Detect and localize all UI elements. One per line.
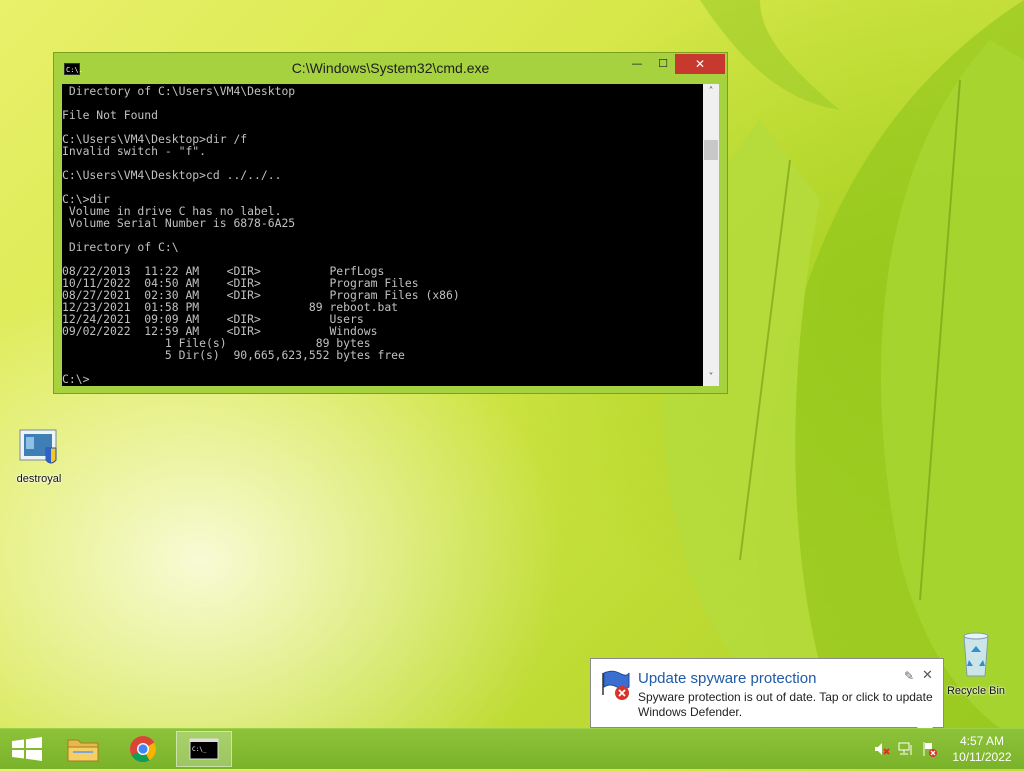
volume-muted-icon[interactable]: [874, 741, 890, 757]
console-output[interactable]: Directory of C:\Users\VM4\Desktop File N…: [62, 84, 703, 386]
scroll-up-icon[interactable]: ˄: [703, 84, 719, 100]
desktop-icon-destroyal[interactable]: destroyal: [12, 428, 66, 485]
pin-icon[interactable]: ✎: [904, 669, 914, 683]
clock-time: 4:57 AM: [959, 734, 1005, 748]
defender-notification[interactable]: Update spyware protection Spyware protec…: [590, 658, 944, 737]
defender-flag-icon: [602, 670, 630, 700]
terminal-icon: C:\_: [189, 738, 219, 760]
window-titlebar[interactable]: C:\. C:\Windows\System32\cmd.exe — ☐ ✕: [54, 53, 727, 84]
console-text: Directory of C:\Users\VM4\Desktop File N…: [62, 84, 460, 386]
clock-date: 10/11/2022: [952, 750, 1012, 764]
recycle-bin-icon: [963, 632, 989, 677]
close-icon[interactable]: ✕: [922, 667, 933, 683]
taskbar-file-explorer[interactable]: [56, 731, 112, 767]
desktop-icon-label: destroyal: [16, 473, 62, 485]
minimize-button[interactable]: —: [624, 54, 650, 74]
close-button[interactable]: ✕: [675, 54, 725, 74]
action-center-warning-icon[interactable]: [922, 741, 938, 757]
start-button[interactable]: [0, 731, 56, 767]
scrollbar-thumb[interactable]: [704, 140, 718, 160]
scroll-down-icon[interactable]: ˅: [703, 370, 719, 386]
desktop-icon-label: Recycle Bin: [946, 685, 1006, 697]
network-icon[interactable]: [898, 741, 914, 757]
svg-text:C:\_: C:\_: [192, 746, 207, 753]
windows-logo-icon: [12, 737, 42, 761]
taskbar-cmd[interactable]: C:\_: [176, 731, 232, 767]
taskbar-chrome[interactable]: [115, 731, 171, 767]
vertical-scrollbar[interactable]: ˄ ˅: [703, 84, 719, 386]
folder-icon: [67, 739, 99, 762]
chrome-icon: [130, 736, 157, 763]
installer-icon: [19, 429, 57, 464]
notification-body: Spyware protection is out of date. Tap o…: [638, 690, 933, 719]
cmd-window[interactable]: C:\. C:\Windows\System32\cmd.exe — ☐ ✕ D…: [53, 52, 728, 394]
notification-title: Update spyware protection: [638, 670, 817, 687]
taskbar-clock[interactable]: 4:57 AM 10/11/2022: [944, 733, 1020, 765]
taskbar: C:\_: [0, 728, 1024, 769]
desktop-icon-recycle-bin[interactable]: Recycle Bin: [944, 630, 1008, 697]
maximize-button[interactable]: ☐: [650, 54, 676, 74]
